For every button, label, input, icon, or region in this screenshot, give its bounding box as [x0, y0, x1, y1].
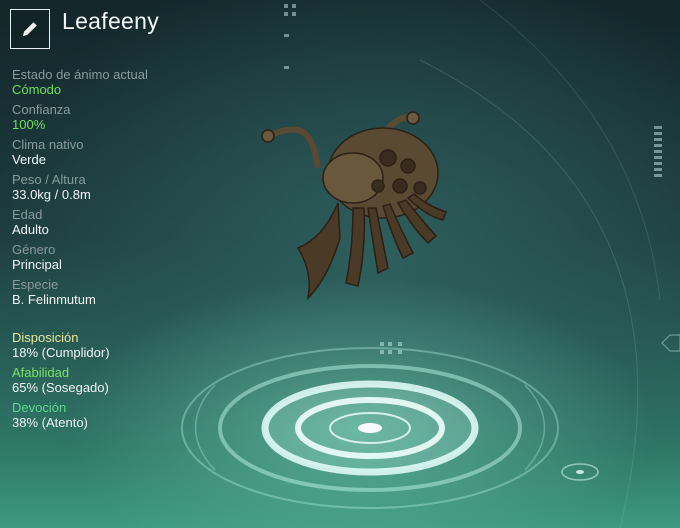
- stats-panel: Estado de ánimo actual Cómodo Confianza …: [12, 67, 252, 312]
- stat-trust: Confianza 100%: [12, 102, 252, 133]
- trait-devotion: Devoción 38% (Atento): [12, 400, 252, 431]
- stat-label: Género: [12, 242, 56, 257]
- trait-affability: Afabilidad 65% (Sosegado): [12, 365, 252, 396]
- stat-value: Cómodo: [12, 82, 62, 97]
- stat-value: 100%: [12, 117, 46, 132]
- stat-age: Edad Adulto: [12, 207, 252, 238]
- trait-disposition: Disposición 18% (Cumplidor): [12, 330, 252, 361]
- creature-name: Leafeeny: [62, 8, 160, 34]
- stat-label: Confianza: [12, 102, 71, 117]
- pencil-icon: [23, 22, 37, 36]
- stat-value: Verde: [12, 152, 46, 167]
- trait-label: Devoción: [12, 400, 67, 415]
- trait-label: Afabilidad: [12, 365, 70, 380]
- stat-value: Principal: [12, 257, 62, 272]
- stat-value: Adulto: [12, 222, 49, 237]
- stat-value: B. Felinmutum: [12, 292, 96, 307]
- edit-name-button[interactable]: [10, 9, 50, 49]
- stat-climate: Clima nativo Verde: [12, 137, 252, 168]
- stat-label: Estado de ánimo actual: [12, 67, 148, 82]
- creature-model: [261, 111, 447, 301]
- trait-value: 18% (Cumplidor): [12, 345, 110, 360]
- stat-weight-height: Peso / Altura 33.0kg / 0.8m: [12, 172, 252, 203]
- stat-mood: Estado de ánimo actual Cómodo: [12, 67, 252, 98]
- trait-value: 65% (Sosegado): [12, 380, 109, 395]
- stat-label: Especie: [12, 277, 59, 292]
- stat-species: Especie B. Felinmutum: [12, 277, 252, 308]
- stat-gender: Género Principal: [12, 242, 252, 273]
- stat-value: 33.0kg / 0.8m: [12, 187, 91, 202]
- stat-label: Clima nativo: [12, 137, 84, 152]
- trait-value: 38% (Atento): [12, 415, 88, 430]
- stat-label: Peso / Altura: [12, 172, 86, 187]
- trait-label: Disposición: [12, 330, 79, 345]
- traits-panel: Disposición 18% (Cumplidor) Afabilidad 6…: [12, 330, 252, 435]
- stat-label: Edad: [12, 207, 43, 222]
